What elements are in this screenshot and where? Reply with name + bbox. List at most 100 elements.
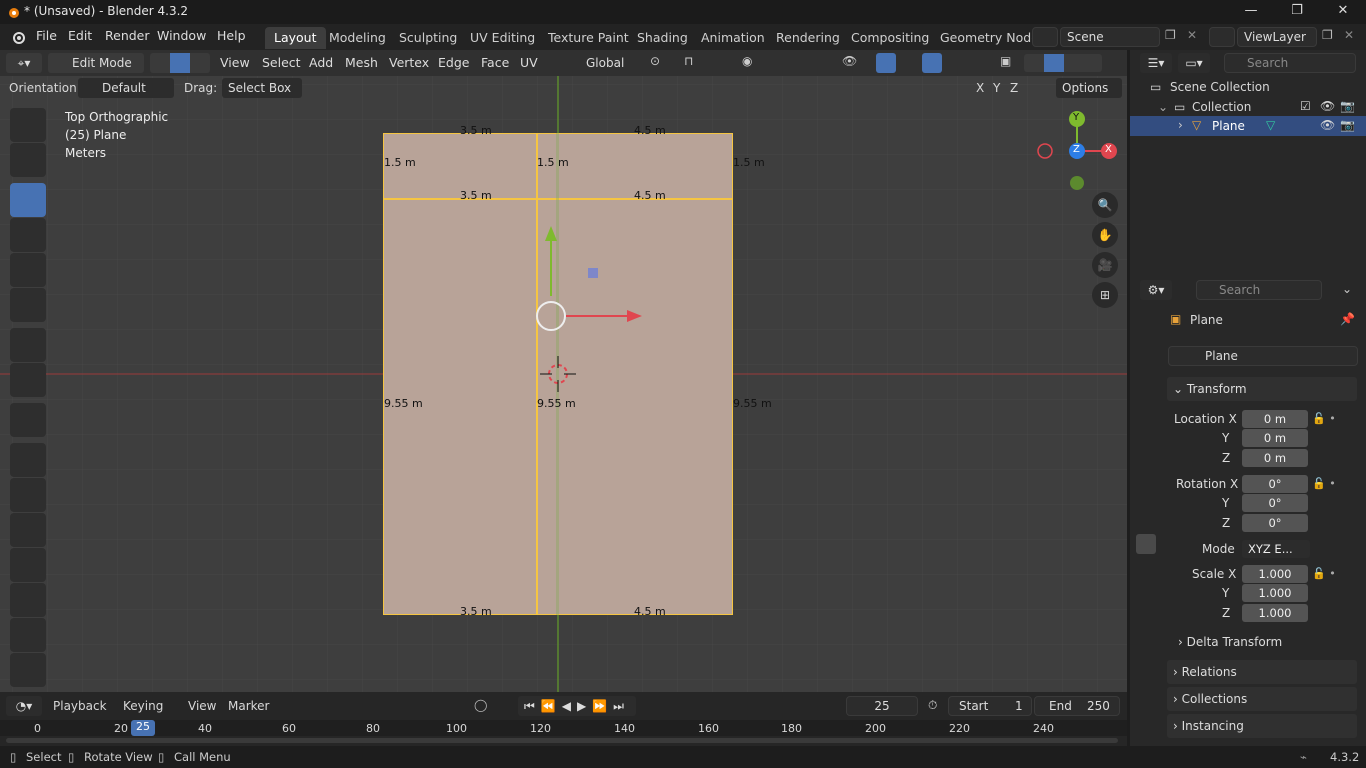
rotate-tool[interactable] (10, 218, 46, 252)
gizmo-toggle-icon[interactable] (876, 53, 896, 73)
collection-label[interactable]: Collection (1192, 100, 1251, 114)
material-tab-icon[interactable] (1136, 702, 1156, 722)
cursor-tool[interactable] (10, 143, 46, 177)
overlay-toggle-icon[interactable] (922, 53, 942, 73)
properties-editor-type-icon[interactable]: ⚙▾ (1140, 280, 1172, 300)
location-z-field[interactable]: 0 m (1242, 449, 1308, 467)
mesh-data-icon[interactable]: ▽ (1266, 118, 1275, 132)
lock-icon[interactable]: 🔓 • (1312, 477, 1336, 490)
scene-tab-icon[interactable] (1136, 434, 1156, 454)
particles-tab-icon[interactable] (1136, 590, 1156, 610)
transform-panel-header[interactable]: ⌄ Transform (1167, 377, 1357, 401)
instancing-panel-header[interactable]: › Instancing (1167, 714, 1357, 738)
extrude-tool[interactable] (10, 443, 46, 477)
mode-dropdown[interactable]: Edit Mode (48, 53, 144, 73)
outliner-search-input[interactable]: Search (1224, 53, 1356, 73)
delete-scene-icon[interactable]: ✕ (1187, 28, 1197, 42)
constraints-tab-icon[interactable] (1136, 646, 1156, 666)
orientation-dropdown[interactable]: Default (78, 78, 174, 98)
location-y-field[interactable]: 0 m (1242, 429, 1308, 447)
move-gizmo[interactable] (530, 221, 650, 331)
mirror-x-toggle[interactable]: X (976, 81, 984, 95)
stopwatch-icon[interactable]: ⏱ (928, 698, 937, 713)
pin-icon[interactable]: 📌 (1340, 312, 1355, 326)
render-tab-icon[interactable] (1136, 350, 1156, 370)
inset-tool[interactable] (10, 478, 46, 512)
current-frame-field[interactable]: 25 (846, 696, 918, 716)
location-x-field[interactable]: 0 m (1242, 410, 1308, 428)
rotation-z-field[interactable]: 0° (1242, 514, 1308, 532)
ortho-grid-icon[interactable]: ⊞ (1092, 282, 1118, 308)
xray-toggle-icon[interactable]: ▣ (1000, 54, 1011, 68)
new-scene-icon[interactable]: ❐ (1165, 28, 1176, 42)
menu-edge[interactable]: Edge (438, 55, 469, 70)
3d-cursor-icon[interactable] (538, 354, 578, 394)
lock-icon[interactable]: 🔓 • (1312, 567, 1336, 580)
outliner-editor-type-icon[interactable]: ☰▾ (1140, 53, 1172, 73)
viewlayer-selector-icon[interactable] (1209, 27, 1235, 47)
start-frame-field[interactable]: Start 1 (948, 696, 1032, 716)
add-cube-tool[interactable] (10, 403, 46, 437)
tab-modeling[interactable]: Modeling (320, 27, 395, 49)
scale-y-field[interactable]: 1.000 (1242, 584, 1308, 602)
scale-tool[interactable] (10, 253, 46, 287)
new-viewlayer-icon[interactable]: ❐ (1322, 28, 1333, 42)
rotation-x-field[interactable]: 0° (1242, 475, 1308, 493)
tab-compositing[interactable]: Compositing (842, 27, 938, 49)
knife-tool[interactable] (10, 583, 46, 617)
chevron-down-icon[interactable]: ⌄ (1342, 282, 1352, 296)
scene-selector-icon[interactable] (1032, 27, 1058, 47)
rotation-mode-dropdown[interactable]: XYZ E... (1242, 540, 1310, 558)
scale-x-field[interactable]: 1.000 (1242, 565, 1308, 583)
tab-texture-paint[interactable]: Texture Paint (539, 27, 638, 49)
tab-layout[interactable]: Layout (265, 27, 326, 49)
plane-label[interactable]: Plane (1212, 119, 1245, 133)
collection-eye-icon[interactable]: 👁 (1320, 99, 1335, 113)
menu-uv[interactable]: UV (520, 55, 538, 70)
menu-view[interactable]: View (220, 55, 250, 70)
rotation-y-field[interactable]: 0° (1242, 494, 1308, 512)
modifier-tab-icon[interactable] (1136, 562, 1156, 582)
proportional-edit-icon[interactable]: ◉ (742, 54, 752, 68)
menu-playback[interactable]: Playback (53, 699, 107, 713)
chevron-right-icon[interactable]: › (1178, 118, 1183, 132)
snap-icon[interactable]: ⊓ (684, 54, 693, 68)
object-name-field[interactable]: Plane (1168, 346, 1358, 366)
solid-shading-icon[interactable] (1044, 54, 1064, 72)
timeline-scrollbar[interactable] (6, 738, 1118, 743)
tab-shading[interactable]: Shading (628, 27, 697, 49)
transform-tool[interactable] (10, 288, 46, 322)
delta-transform-subpanel[interactable]: › Delta Transform (1178, 635, 1282, 649)
drag-dropdown[interactable]: Select Box (222, 78, 302, 98)
object-tab-icon[interactable] (1136, 534, 1156, 554)
timeline-editor-type-icon[interactable]: ◔▾ (6, 696, 42, 716)
menu-window[interactable]: Window (157, 28, 206, 43)
menu-mesh[interactable]: Mesh (345, 55, 378, 70)
physics-tab-icon[interactable] (1136, 618, 1156, 638)
scale-z-field[interactable]: 1.000 (1242, 604, 1308, 622)
tab-animation[interactable]: Animation (692, 27, 774, 49)
data-tab-icon[interactable] (1136, 674, 1156, 694)
transform-orientation-dropdown[interactable]: Global (562, 53, 638, 73)
blender-menu-icon[interactable] (10, 29, 26, 45)
measure-tool[interactable] (10, 363, 46, 397)
menu-timeline-view[interactable]: View (188, 699, 216, 713)
playback-controls[interactable]: ⏮⏪◀▶⏩⏭ (518, 696, 636, 716)
zoom-icon[interactable]: 🔍 (1092, 192, 1118, 218)
editor-type-icon[interactable]: ⌖▾ (6, 53, 42, 73)
mirror-y-toggle[interactable]: Y (993, 81, 1000, 95)
frame-ruler[interactable]: 0 20 40 60 80 100 120 140 160 180 200 22… (0, 720, 1127, 736)
menu-keying[interactable]: Keying (123, 699, 163, 713)
plane-camera-icon[interactable]: 📷 (1340, 118, 1355, 132)
display-mode-icon[interactable]: ▭▾ (1178, 53, 1210, 73)
scene-name-field[interactable]: Scene (1060, 27, 1160, 47)
viewlayer-name-field[interactable]: ViewLayer (1237, 27, 1317, 47)
collection-checkbox[interactable]: ☑ (1300, 99, 1311, 113)
chevron-down-icon[interactable]: ⌄ (1158, 100, 1168, 114)
camera-icon[interactable]: 🎥 (1092, 252, 1118, 278)
collection-camera-icon[interactable]: 📷 (1340, 99, 1355, 113)
close-button[interactable]: ✕ (1320, 0, 1366, 24)
mirror-z-toggle[interactable]: Z (1010, 81, 1018, 95)
edge-select-mode-icon[interactable] (170, 53, 190, 73)
visibility-icon[interactable]: 👁 (842, 54, 857, 68)
